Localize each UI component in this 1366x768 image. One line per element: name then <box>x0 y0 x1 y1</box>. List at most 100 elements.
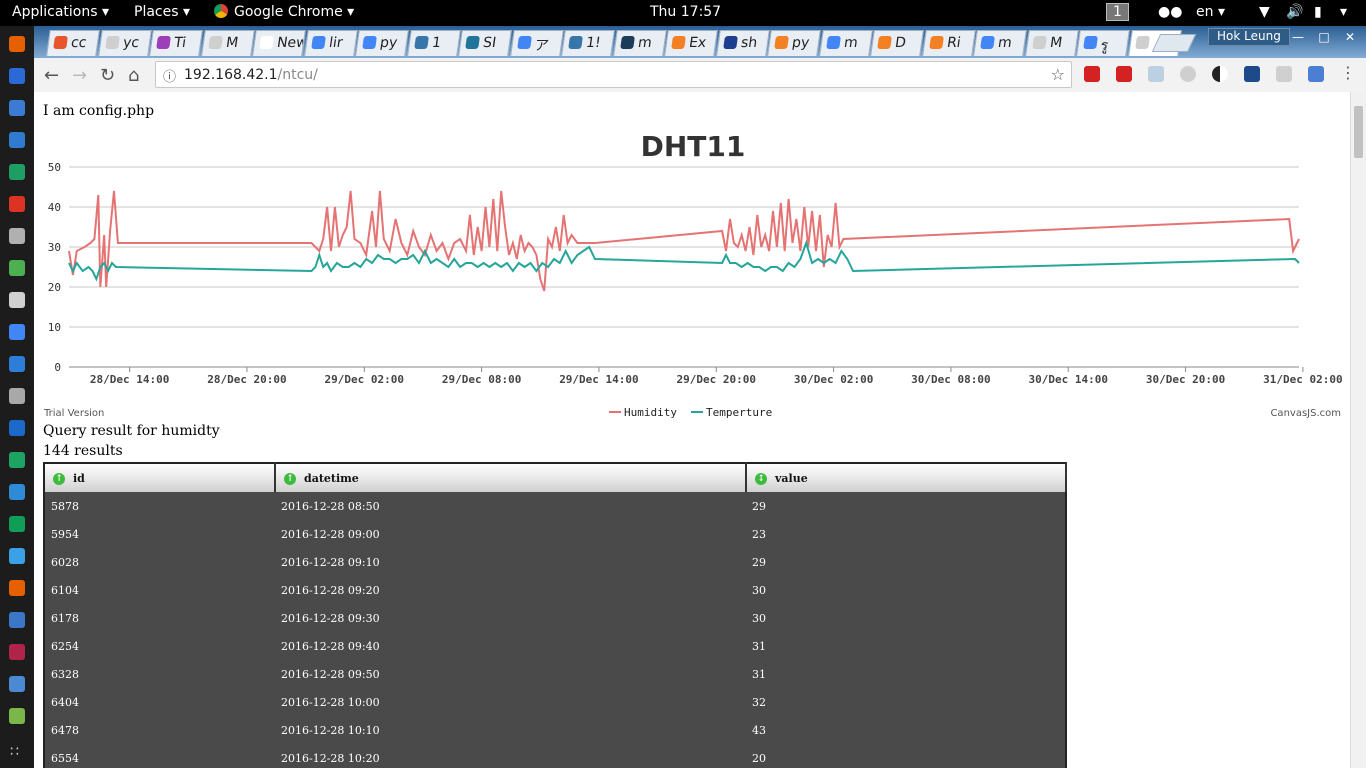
browser-tab[interactable]: 1! <box>561 30 615 56</box>
series-line-temperature[interactable] <box>68 239 1300 282</box>
forward-button[interactable]: → <box>72 65 87 86</box>
dock-launcher-icon[interactable] <box>9 484 25 500</box>
column-header-id[interactable]: ↑ id <box>44 463 276 492</box>
tab-title: m <box>636 35 653 51</box>
dock-launcher-icon[interactable] <box>9 228 25 244</box>
browser-tab[interactable]: 1 <box>406 30 461 56</box>
column-header-datetime[interactable]: ↑ datetime <box>275 463 747 492</box>
legend-humidity[interactable]: Humidity <box>624 406 677 419</box>
info-icon[interactable]: ⓘ <box>163 66 176 85</box>
browser-tab[interactable]: M <box>200 30 255 56</box>
dock-launcher-icon[interactable] <box>9 68 25 84</box>
profile-button[interactable]: Hok Leung <box>1208 28 1290 46</box>
tab-favicon-icon <box>825 36 841 49</box>
workspace-indicator[interactable]: 1 <box>1106 3 1129 21</box>
table-row: 6478 2016-12-28 10:10 43 <box>44 716 1066 744</box>
tab-favicon-icon <box>980 36 995 49</box>
browser-tab[interactable]: M <box>1024 30 1079 56</box>
dock-launcher-icon[interactable] <box>9 644 25 660</box>
reload-button[interactable]: ↻ <box>100 65 115 86</box>
x-tick-label: 29/Dec 08:00 <box>442 373 521 386</box>
browser-tab[interactable]: Ex <box>664 30 718 56</box>
table-cell-datetime: 2016-12-28 09:40 <box>281 639 380 653</box>
app-menu[interactable]: Google Chrome ▾ <box>214 4 354 20</box>
dht11-chart: DHT11 0 10 20 30 40 50 28/Dec 14:00 28/Dec 20:… <box>48 130 1343 419</box>
browser-tab[interactable]: sh <box>715 30 770 56</box>
language-menu[interactable]: en ▾ <box>1196 4 1225 20</box>
battery-icon[interactable]: ▮ <box>1314 4 1322 20</box>
browser-tab[interactable]: m <box>612 30 667 56</box>
dock-launcher-icon[interactable] <box>9 164 25 180</box>
legend-temperature[interactable]: Temperture <box>706 406 772 419</box>
close-window-button[interactable]: ✕ <box>1340 30 1360 44</box>
people-icon[interactable]: ●● <box>1158 4 1182 20</box>
dock-launcher-icon[interactable] <box>9 36 25 52</box>
system-menu-arrow[interactable]: ▾ <box>1340 4 1347 20</box>
dock-launcher-icon[interactable] <box>9 452 25 468</box>
translate-extension-icon[interactable] <box>1308 66 1324 82</box>
scrollbar-thumb[interactable] <box>1354 106 1363 158</box>
show-apps-grid-icon[interactable]: ∷ <box>10 744 19 760</box>
browser-tab[interactable]: m <box>973 30 1027 56</box>
canvasjs-credit-link[interactable]: CanvasJS.com <box>1270 408 1341 419</box>
dock-launcher-icon[interactable] <box>9 676 25 692</box>
back-button[interactable]: ← <box>44 65 59 86</box>
grid-extension-icon[interactable] <box>1148 66 1164 82</box>
dock-launcher-icon[interactable] <box>9 132 25 148</box>
new-tab-button[interactable] <box>1151 34 1197 52</box>
page-scrollbar[interactable] <box>1350 92 1366 768</box>
address-bar[interactable]: ⓘ 192.168.42.1/ntcu/ ☆ <box>155 61 1072 88</box>
browser-tab[interactable]: py <box>355 30 409 56</box>
dock-launcher-icon[interactable] <box>9 548 25 564</box>
unicode-extension-icon[interactable] <box>1244 66 1260 82</box>
sort-icon[interactable]: ↕ <box>755 472 767 485</box>
browser-tab[interactable]: SI <box>458 30 512 56</box>
browser-tab[interactable]: cc <box>46 30 100 56</box>
sort-icon[interactable]: ↑ <box>284 472 296 485</box>
dock-launcher-icon[interactable] <box>9 516 25 532</box>
dock-launcher-icon[interactable] <box>9 292 25 308</box>
dock-launcher-icon[interactable] <box>9 388 25 404</box>
home-button[interactable]: ⌂ <box>128 65 139 86</box>
lightbulb-extension-icon[interactable] <box>1180 66 1196 82</box>
browser-tab[interactable]: lir <box>303 30 358 56</box>
minimize-button[interactable]: — <box>1288 30 1308 44</box>
applications-menu[interactable]: Applications ▾ <box>12 4 109 20</box>
browser-tab[interactable]: m <box>818 30 873 56</box>
tab-favicon-icon <box>619 36 635 49</box>
clock[interactable]: Thu 17:57 <box>650 4 721 20</box>
dock-launcher-icon[interactable] <box>9 580 25 596</box>
places-menu[interactable]: Places ▾ <box>134 4 190 20</box>
browser-tab[interactable]: ア <box>509 30 564 56</box>
dock-launcher-icon[interactable] <box>9 708 25 724</box>
browser-tab[interactable]: Ri <box>921 30 976 56</box>
sort-icon[interactable]: ↑ <box>53 472 65 485</box>
table-cell-datetime: 2016-12-28 10:20 <box>281 751 380 765</box>
puzzle-extension-icon[interactable] <box>1276 66 1292 82</box>
bookmark-star-icon[interactable]: ☆ <box>1051 65 1065 84</box>
browser-tab[interactable]: Ti <box>149 30 203 56</box>
browser-tab[interactable]: D <box>870 30 924 56</box>
browser-tab[interactable]: py <box>767 30 821 56</box>
dock-launcher-icon[interactable] <box>9 196 25 212</box>
volume-icon[interactable]: 🔊 <box>1286 4 1303 20</box>
wifi-icon[interactable]: ▼ <box>1259 4 1270 20</box>
browser-tab[interactable]: รู <box>1076 30 1130 56</box>
browser-tab[interactable]: yc <box>97 30 152 56</box>
dock-launcher-icon[interactable] <box>9 356 25 372</box>
browser-tab[interactable]: New <box>252 30 306 56</box>
tab-title: New <box>275 35 306 51</box>
table-cell-datetime: 2016-12-28 09:50 <box>281 667 380 681</box>
maximize-button[interactable]: □ <box>1314 30 1334 44</box>
series-line-humidity[interactable] <box>68 190 1300 292</box>
dock-launcher-icon[interactable] <box>9 260 25 276</box>
chrome-menu-icon[interactable]: ⋮ <box>1340 63 1356 82</box>
dark-mode-extension-icon[interactable] <box>1212 66 1228 82</box>
pdf-extension-icon[interactable] <box>1116 66 1132 82</box>
dock-launcher-icon[interactable] <box>9 612 25 628</box>
adblock-extension-icon[interactable] <box>1084 66 1100 82</box>
column-header-value[interactable]: ↕ value <box>746 463 1067 492</box>
dock-launcher-icon[interactable] <box>9 324 25 340</box>
dock-launcher-icon[interactable] <box>9 420 25 436</box>
dock-launcher-icon[interactable] <box>9 100 25 116</box>
